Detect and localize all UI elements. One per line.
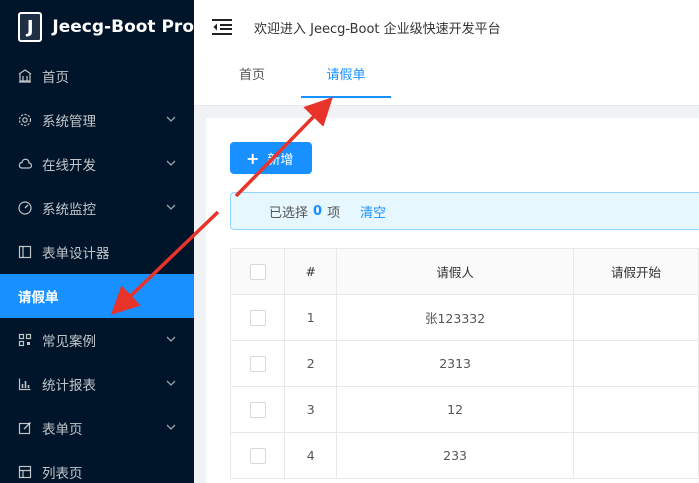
row-number: 4	[284, 432, 338, 479]
edit-icon	[18, 421, 32, 435]
table-row: 4 233	[229, 432, 699, 479]
sidebar-item-leave-form[interactable]: 请假单	[0, 274, 194, 318]
column-header: 请假人	[336, 248, 575, 295]
row-start-date	[573, 386, 699, 433]
qrcode-icon	[18, 333, 32, 347]
select-all-checkbox[interactable]	[249, 263, 266, 280]
header-title: 欢迎进入 Jeecg-Boot 企业级快速开发平台	[254, 21, 501, 37]
select-all-cell	[229, 248, 286, 295]
chevron-down-icon	[166, 380, 176, 386]
table-row: 2 2313	[229, 340, 699, 387]
tab-bar: 首页 请假单	[194, 54, 699, 106]
row-number: 1	[284, 294, 338, 341]
column-header: 请假开始	[573, 248, 699, 295]
row-start-date	[573, 340, 699, 387]
add-button[interactable]: + 新增	[230, 142, 312, 174]
sidebar-item-common-cases[interactable]: 常见案例	[0, 318, 194, 362]
table-header-row: # 请假人 请假开始	[229, 248, 699, 295]
sidebar-item-label: 常见案例	[42, 334, 96, 350]
row-checkbox[interactable]	[249, 401, 266, 418]
logo-text: Jeecg-Boot Pro	[52, 17, 194, 37]
sidebar-item-label: 在线开发	[42, 158, 96, 174]
row-applicant: 2313	[336, 340, 575, 387]
row-applicant: 233	[336, 432, 575, 479]
row-number: 2	[284, 340, 338, 387]
selection-prefix: 已选择	[269, 205, 309, 221]
sidebar-item-system-monitor[interactable]: 系统监控	[0, 186, 194, 230]
sidebar-item-label: 系统管理	[42, 114, 96, 130]
row-start-date	[573, 294, 699, 341]
table-icon	[18, 465, 32, 479]
cloud-icon	[18, 157, 32, 171]
sidebar-item-label: 列表页	[42, 466, 83, 482]
plus-icon: +	[246, 148, 260, 168]
sidebar-item-label: 系统监控	[42, 202, 96, 218]
column-header: #	[284, 248, 338, 295]
sidebar-item-list-page[interactable]: 列表页	[0, 450, 194, 483]
selection-suffix: 项	[327, 205, 341, 221]
sidebar-item-label: 表单页	[42, 422, 83, 438]
row-applicant: 张123332	[336, 294, 575, 341]
gear-icon	[18, 113, 32, 127]
dashboard-icon	[18, 201, 32, 215]
tab-leave-form[interactable]: 请假单	[301, 54, 391, 98]
clear-selection-link[interactable]: 清空	[360, 202, 386, 221]
main-content: + 新增 已选择 0 项 清空 # 请假人 请假开始 1 张123332 2 2…	[206, 118, 699, 483]
row-checkbox[interactable]	[249, 355, 266, 372]
chevron-down-icon	[166, 336, 176, 342]
sidebar-item-online-dev[interactable]: 在线开发	[0, 142, 194, 186]
add-button-label: 新增	[267, 152, 294, 168]
chevron-down-icon	[166, 116, 176, 122]
bar-chart-icon	[18, 377, 32, 391]
chevron-down-icon	[166, 160, 176, 166]
row-applicant: 12	[336, 386, 575, 433]
sidebar-item-form-page[interactable]: 表单页	[0, 406, 194, 450]
selection-count: 0	[313, 203, 323, 219]
table-row: 1 张123332	[229, 294, 699, 341]
selection-alert: 已选择 0 项 清空	[230, 192, 699, 230]
menu-fold-icon[interactable]	[212, 19, 232, 35]
chevron-down-icon	[166, 204, 176, 210]
home-icon	[18, 69, 32, 83]
sidebar-item-form-designer[interactable]: 表单设计器	[0, 230, 194, 274]
form-icon	[18, 245, 32, 259]
sidebar-item-label: 请假单	[18, 290, 59, 306]
chevron-down-icon	[166, 424, 176, 430]
leave-table: # 请假人 请假开始 1 张123332 2 2313 3 12 4 233	[229, 248, 699, 479]
sidebar-item-label: 表单设计器	[42, 246, 110, 262]
logo-icon: J	[18, 12, 43, 42]
row-checkbox[interactable]	[249, 309, 266, 326]
sidebar-item-label: 首页	[42, 70, 69, 86]
row-number: 3	[284, 386, 338, 433]
sidebar-item-label: 统计报表	[42, 378, 96, 394]
sidebar: J Jeecg-Boot Pro 首页 系统管理 在线开发 系统监控 表单设计器	[0, 0, 194, 483]
sidebar-item-home[interactable]: 首页	[0, 54, 194, 98]
top-header: 欢迎进入 Jeecg-Boot 企业级快速开发平台	[194, 0, 699, 54]
sidebar-item-system-management[interactable]: 系统管理	[0, 98, 194, 142]
logo[interactable]: J Jeecg-Boot Pro	[0, 0, 194, 54]
row-start-date	[573, 432, 699, 479]
row-checkbox[interactable]	[249, 447, 266, 464]
sidebar-item-statistics[interactable]: 统计报表	[0, 362, 194, 406]
table-row: 3 12	[229, 386, 699, 433]
tab-home[interactable]: 首页	[239, 54, 265, 98]
